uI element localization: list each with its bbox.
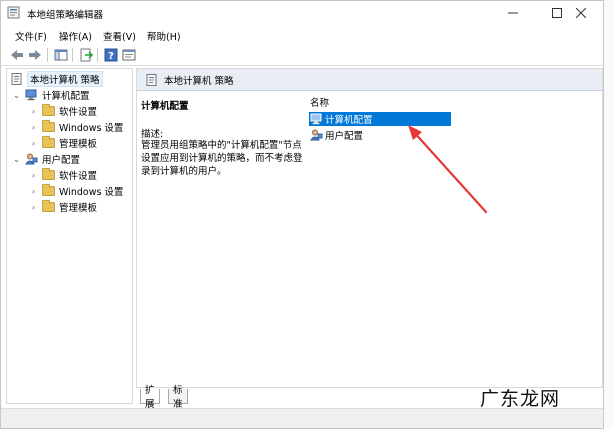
policy-document-icon	[146, 73, 157, 86]
toolbar-separator	[72, 48, 73, 62]
menu-help[interactable]: 帮助(H)	[147, 29, 181, 43]
watermark-text: 广东龙网	[480, 388, 561, 410]
menu-action[interactable]: 操作(A)	[59, 29, 92, 43]
gpedit-window: 本地组策略编辑器 文件(F) 操作(A) 查看(V) 帮助(H) ? 本地计算机…	[0, 0, 604, 429]
tree-label: 本地计算机 策略	[27, 71, 103, 87]
help-icon[interactable]: ?	[104, 48, 118, 62]
tree-label: 用户配置	[42, 155, 81, 166]
computer-icon	[25, 89, 37, 101]
background-edge	[604, 0, 614, 429]
title-bar: 本地组策略编辑器	[1, 1, 603, 25]
chevron-right-icon[interactable]: ›	[29, 187, 38, 196]
folder-icon	[42, 168, 55, 180]
menu-view[interactable]: 查看(V)	[103, 29, 136, 43]
toolbar-separator	[47, 48, 48, 62]
folder-icon	[42, 184, 55, 196]
folder-icon	[42, 136, 55, 148]
tree-label: Windows 设置	[59, 123, 124, 134]
close-button[interactable]	[559, 1, 603, 25]
chevron-down-icon[interactable]: ⌄	[12, 155, 21, 164]
minimize-button[interactable]	[491, 1, 535, 25]
chevron-right-icon[interactable]: ›	[29, 123, 38, 132]
properties-icon[interactable]	[122, 48, 136, 62]
toolbar: ?	[1, 44, 603, 66]
menu-bar: 文件(F) 操作(A) 查看(V) 帮助(H)	[1, 27, 603, 44]
status-bar	[1, 408, 603, 428]
list-item-user-config[interactable]: 用户配置	[309, 128, 363, 142]
description-label: 描述:	[141, 129, 164, 140]
toolbar-separator	[97, 48, 98, 62]
extended-view-title: 计算机配置	[141, 101, 189, 112]
forward-arrow-icon[interactable]	[28, 48, 42, 62]
chevron-right-icon[interactable]: ›	[29, 203, 38, 212]
window-title: 本地组策略编辑器	[27, 10, 104, 21]
group-policy-app-icon	[7, 6, 20, 19]
tree-item-user-config[interactable]: ⌄ 用户配置	[12, 151, 80, 167]
tree-label: 管理模板	[59, 139, 98, 150]
tab-label: 标准	[173, 385, 183, 410]
export-list-icon[interactable]	[79, 48, 93, 62]
navigation-tree: 本地计算机 策略 ⌄ 计算机配置 › 软件设置 › Windows 设置 › 管…	[6, 68, 133, 404]
tree-item-software-settings-user[interactable]: › 软件设置	[29, 167, 97, 183]
close-icon	[576, 8, 586, 18]
show-hide-tree-icon[interactable]	[54, 48, 68, 62]
item-list: 名称 计算机配置 用户配置	[307, 91, 602, 387]
tree-item-windows-settings-computer[interactable]: › Windows 设置	[29, 119, 123, 135]
chevron-right-icon[interactable]: ›	[29, 139, 38, 148]
tab-extended[interactable]: 扩展	[140, 385, 160, 410]
tree-item-admin-templates-computer[interactable]: › 管理模板	[29, 135, 97, 151]
list-item-computer-config[interactable]: 计算机配置	[309, 112, 451, 126]
tree-item-local-computer-policy[interactable]: 本地计算机 策略	[10, 71, 103, 87]
tree-label: 软件设置	[59, 171, 98, 182]
tree-label: 计算机配置	[42, 91, 90, 102]
folder-icon	[42, 104, 55, 116]
computer-icon	[310, 113, 322, 125]
column-header-name[interactable]: 名称	[310, 95, 329, 109]
tree-item-admin-templates-user[interactable]: › 管理模板	[29, 199, 97, 215]
list-item-label: 用户配置	[325, 131, 364, 142]
tree-label: 管理模板	[59, 203, 98, 214]
tree-item-software-settings-computer[interactable]: › 软件设置	[29, 103, 97, 119]
tree-label: 软件设置	[59, 107, 98, 118]
chevron-right-icon[interactable]: ›	[29, 171, 38, 180]
chevron-down-icon[interactable]: ⌄	[12, 91, 21, 100]
svg-text:?: ?	[108, 51, 114, 62]
details-pane: 本地计算机 策略 计算机配置 描述: 管理员用组策略中的"计算机配置"节点设置应…	[136, 68, 603, 388]
details-header: 本地计算机 策略	[137, 69, 602, 91]
tab-label: 扩展	[145, 385, 155, 410]
policy-document-icon	[11, 73, 22, 85]
folder-icon	[42, 120, 55, 132]
description-text: 管理员用组策略中的"计算机配置"节点设置应用到计算机的策略，而不考虑登录到计算机…	[141, 140, 303, 177]
tab-standard[interactable]: 标准	[168, 385, 188, 410]
minimize-icon	[508, 12, 518, 14]
details-header-title: 本地计算机 策略	[164, 75, 234, 87]
tree-item-windows-settings-user[interactable]: › Windows 设置	[29, 183, 123, 199]
list-item-label: 计算机配置	[325, 115, 373, 126]
back-arrow-icon[interactable]	[10, 48, 24, 62]
chevron-right-icon[interactable]: ›	[29, 107, 38, 116]
tree-label: Windows 设置	[59, 187, 124, 198]
user-icon	[310, 129, 323, 141]
user-icon	[25, 153, 38, 165]
folder-icon	[42, 200, 55, 212]
menu-file[interactable]: 文件(F)	[15, 29, 47, 43]
tree-item-computer-config[interactable]: ⌄ 计算机配置	[12, 87, 90, 103]
